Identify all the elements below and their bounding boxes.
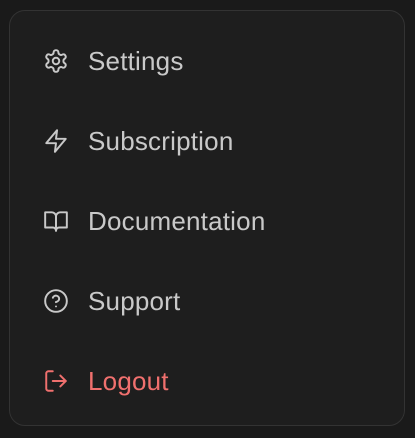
menu-item-label: Documentation — [88, 205, 266, 236]
menu-item-settings[interactable]: Settings — [10, 21, 404, 101]
gear-icon — [43, 48, 69, 74]
book-icon — [43, 208, 69, 234]
menu-item-logout[interactable]: Logout — [10, 341, 404, 421]
menu-item-label: Logout — [88, 365, 169, 396]
menu-item-label: Support — [88, 285, 181, 316]
menu-item-support[interactable]: Support — [10, 261, 404, 341]
user-dropdown-menu: Settings Subscription Documentation Supp… — [9, 10, 405, 426]
help-circle-icon — [43, 288, 69, 314]
menu-item-documentation[interactable]: Documentation — [10, 181, 404, 261]
menu-item-subscription[interactable]: Subscription — [10, 101, 404, 181]
logout-icon — [43, 368, 69, 394]
menu-item-label: Settings — [88, 45, 184, 76]
menu-item-label: Subscription — [88, 125, 234, 156]
lightning-icon — [43, 128, 69, 154]
